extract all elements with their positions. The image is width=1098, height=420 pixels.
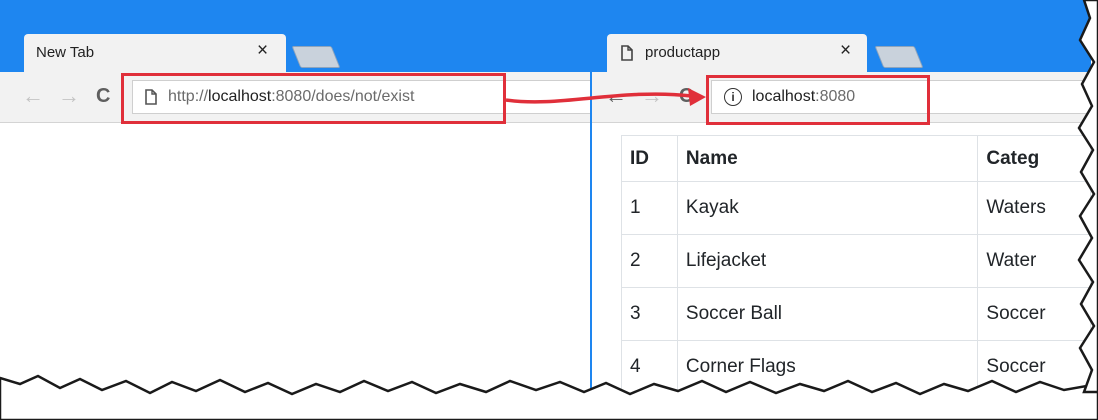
annotation-overlay [0, 0, 1098, 420]
torn-bottom-edge [0, 374, 1098, 420]
redirect-arrow [505, 92, 693, 104]
torn-right-edge [1077, 0, 1098, 394]
redirect-arrow-head [688, 88, 706, 106]
